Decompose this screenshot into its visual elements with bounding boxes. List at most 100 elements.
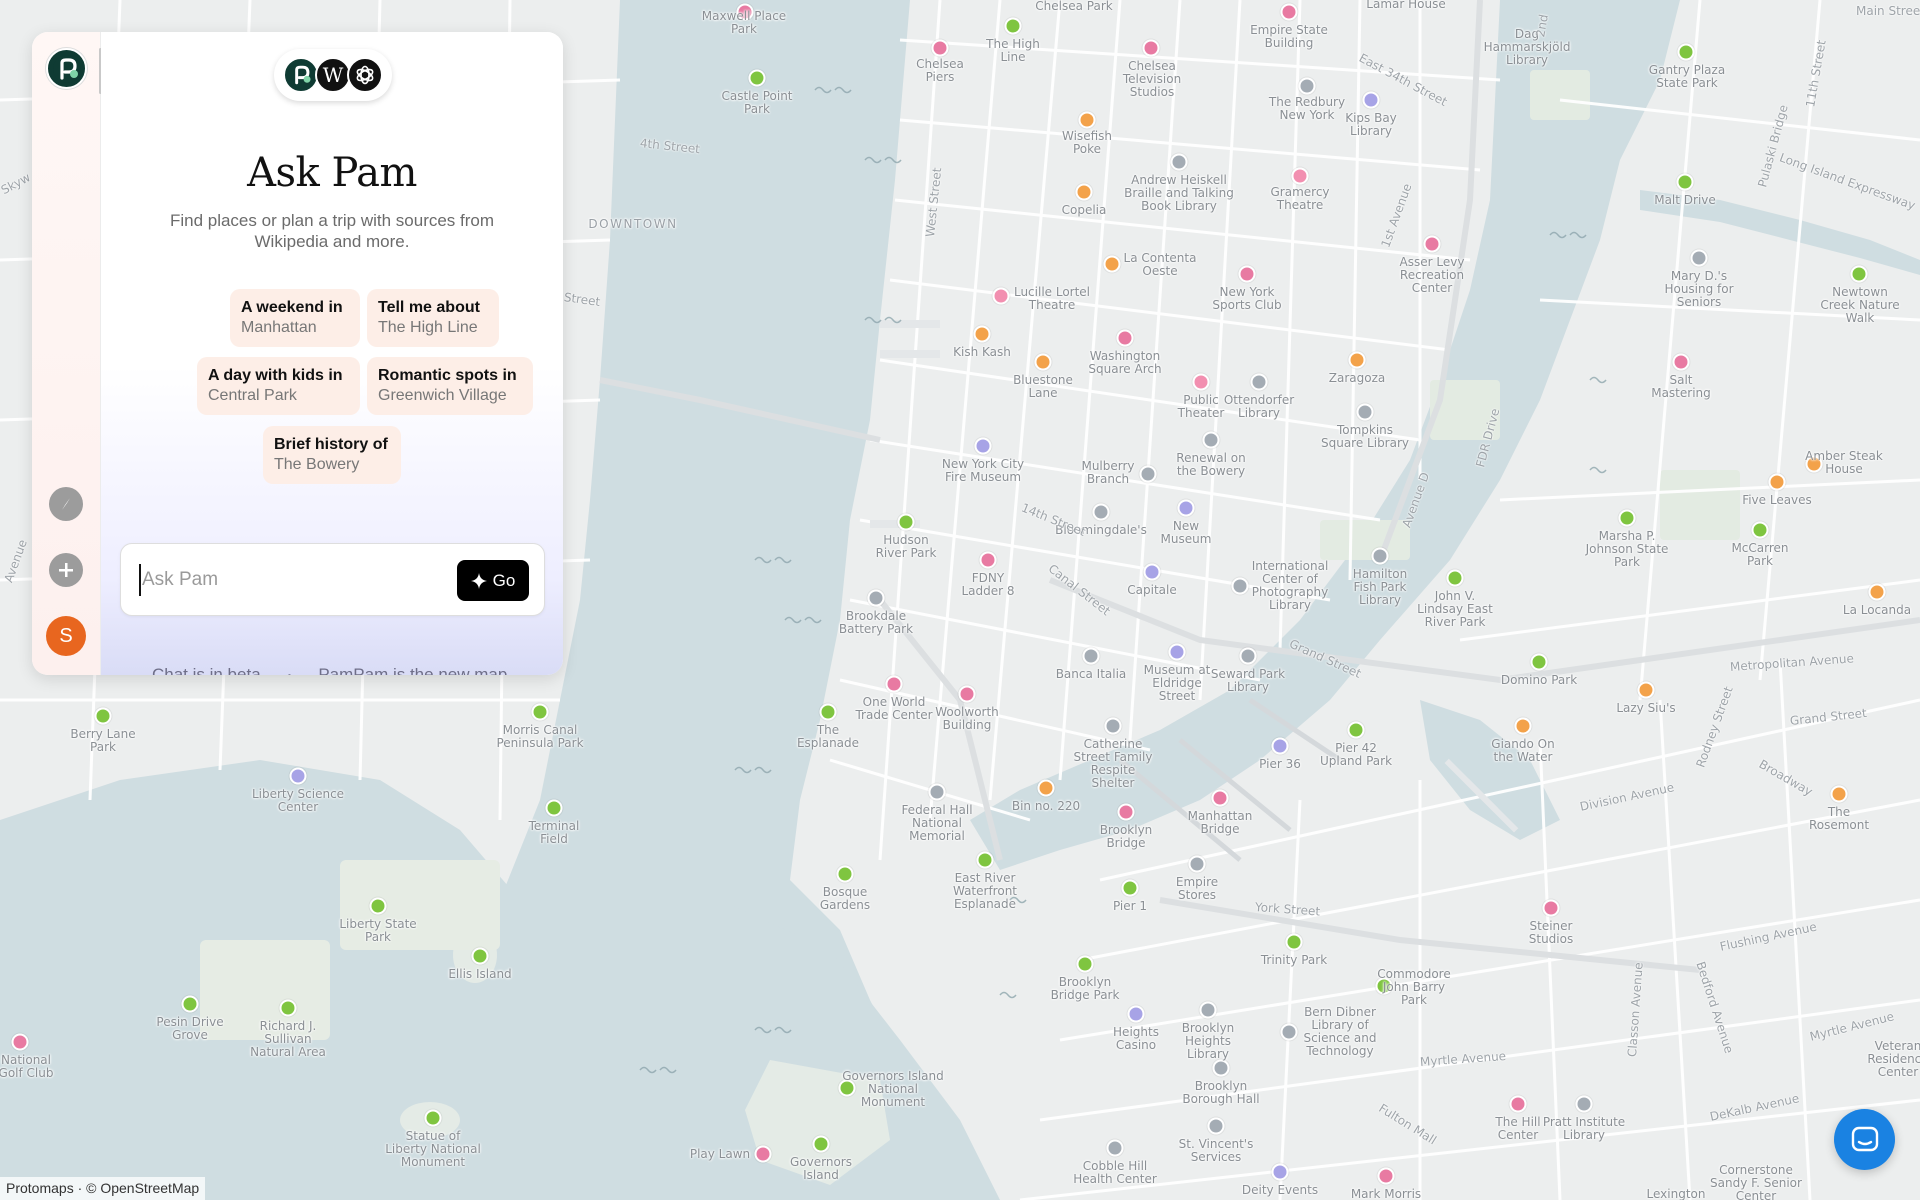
poi-new-museum[interactable] [1177, 499, 1195, 517]
poi-wtc[interactable] [885, 675, 903, 693]
poi-seward[interactable] [1239, 647, 1257, 665]
poi-deity[interactable] [1271, 1163, 1289, 1181]
poi-kish-kash[interactable] [973, 325, 991, 343]
poi-manhattan-bridge[interactable] [1211, 789, 1229, 807]
poi-pier-1[interactable] [1121, 879, 1139, 897]
poi-rosemont[interactable] [1830, 785, 1848, 803]
poi-newtown[interactable] [1850, 265, 1868, 283]
poi-gov-island[interactable] [812, 1135, 830, 1153]
go-button[interactable]: Go [457, 560, 529, 601]
poi-liberty-state[interactable] [369, 897, 387, 915]
user-avatar[interactable]: S [46, 616, 86, 656]
poi-banca[interactable] [1082, 647, 1100, 665]
suggestion-chip[interactable]: A weekend in Manhattan [230, 289, 360, 347]
poi-gramercy[interactable] [1291, 167, 1309, 185]
poi-bloomingdales[interactable] [1092, 503, 1110, 521]
poi-castle-point[interactable] [748, 69, 766, 87]
poi-la-contenta[interactable] [1103, 255, 1121, 273]
poi-esplanade[interactable] [819, 703, 837, 721]
poi-mary-d[interactable] [1690, 249, 1708, 267]
poi-sullivan[interactable] [279, 999, 297, 1017]
poi-marsha[interactable] [1618, 509, 1636, 527]
poi-brooklyn-bridge[interactable] [1117, 803, 1135, 821]
poi-mccarren[interactable] [1751, 521, 1769, 539]
poi-bh-library[interactable] [1199, 1001, 1217, 1019]
pampam-logo-button[interactable] [46, 48, 87, 89]
poi-berry-lane[interactable] [94, 707, 112, 725]
poi-copelia[interactable] [1075, 183, 1093, 201]
poi-steiner[interactable] [1542, 899, 1560, 917]
poi-st-vincent[interactable] [1207, 1117, 1225, 1135]
poi-giando[interactable] [1514, 717, 1532, 735]
poi-tompkins[interactable] [1356, 403, 1374, 421]
new-chat-button[interactable] [49, 553, 83, 587]
poi-chelsea-piers[interactable] [931, 39, 949, 57]
poi-gantry[interactable] [1677, 43, 1695, 61]
poi-nysc[interactable] [1238, 265, 1256, 283]
poi-east-river-esplanade[interactable] [976, 851, 994, 869]
poi-lazy-sius[interactable] [1637, 681, 1655, 699]
poi-pratt[interactable] [1575, 1095, 1593, 1113]
poi-malt[interactable] [1676, 173, 1694, 191]
poi-pier-42[interactable] [1347, 721, 1365, 739]
poi-brookdale[interactable] [867, 589, 885, 607]
poi-pier-36[interactable] [1271, 737, 1289, 755]
poi-trinity[interactable] [1285, 933, 1303, 951]
poi-kips-bay[interactable] [1362, 91, 1380, 109]
poi-bin-220[interactable] [1037, 779, 1055, 797]
explore-button[interactable] [49, 487, 83, 521]
poi-salt[interactable] [1672, 353, 1690, 371]
poi-play-lawn[interactable] [754, 1145, 772, 1163]
poi-borough-hall[interactable] [1212, 1059, 1230, 1077]
poi-pesin[interactable] [181, 995, 199, 1013]
poi-federal-hall[interactable] [928, 783, 946, 801]
poi-bluestone[interactable] [1034, 353, 1052, 371]
poi-high-line[interactable] [1004, 17, 1022, 35]
poi-domino[interactable] [1530, 653, 1548, 671]
poi-la-locanda[interactable] [1868, 583, 1886, 601]
poi-five-leaves[interactable] [1768, 473, 1786, 491]
poi-mark-morris[interactable] [1377, 1167, 1395, 1185]
poi-renewal[interactable] [1202, 431, 1220, 449]
poi-empire-state[interactable] [1280, 3, 1298, 21]
poi-fdny[interactable] [979, 551, 997, 569]
poi-wisefish[interactable] [1078, 111, 1096, 129]
suggestion-chip[interactable]: A day with kids in Central Park [197, 357, 360, 415]
poi-liberty-science[interactable] [289, 767, 307, 785]
suggestion-chip[interactable]: Romantic spots in Greenwich Village [367, 357, 533, 415]
poi-asser-levy[interactable] [1423, 235, 1441, 253]
ask-pam-panel: S W Ask Pam Find places or plan a trip w… [32, 32, 563, 675]
poi-hill-center[interactable] [1509, 1095, 1527, 1113]
poi-hamilton[interactable] [1371, 547, 1389, 565]
poi-chelsea-tv[interactable] [1142, 39, 1160, 57]
poi-cobble-hill[interactable] [1106, 1139, 1124, 1157]
poi-bosque[interactable] [836, 865, 854, 883]
poi-catherine[interactable] [1104, 717, 1122, 735]
poi-empire-stores[interactable] [1188, 855, 1206, 873]
poi-heights-casino[interactable] [1127, 1005, 1145, 1023]
map-attribution[interactable]: Protomaps · © OpenStreetMap [0, 1177, 206, 1200]
poi-hudson-river-park[interactable] [897, 513, 915, 531]
suggestion-chip[interactable]: Brief history of The Bowery [263, 426, 401, 484]
poi-terminal-field[interactable] [545, 799, 563, 817]
poi-golf-club[interactable] [11, 1033, 29, 1051]
ask-pam-input[interactable] [139, 564, 439, 596]
poi-redbury[interactable] [1298, 77, 1316, 95]
poi-heiskell[interactable] [1170, 153, 1188, 171]
poi-ellis[interactable] [471, 947, 489, 965]
poi-capitale[interactable] [1143, 563, 1161, 581]
poi-public-theater[interactable] [1192, 373, 1210, 391]
poi-statue[interactable] [424, 1109, 442, 1127]
map-label: Play Lawn [689, 1147, 751, 1161]
poi-woolworth[interactable] [958, 685, 976, 703]
support-chat-button[interactable] [1834, 1109, 1895, 1170]
poi-ottendorfer[interactable] [1250, 373, 1268, 391]
poi-zaragoza[interactable] [1348, 351, 1366, 369]
poi-eldridge[interactable] [1168, 643, 1186, 661]
poi-washington-sq[interactable] [1116, 329, 1134, 347]
suggestion-chip[interactable]: Tell me about The High Line [367, 289, 499, 347]
poi-fire-museum[interactable] [974, 437, 992, 455]
poi-bb-park[interactable] [1076, 955, 1094, 973]
poi-morris-canal[interactable] [531, 703, 549, 721]
poi-lindsay[interactable] [1446, 569, 1464, 587]
